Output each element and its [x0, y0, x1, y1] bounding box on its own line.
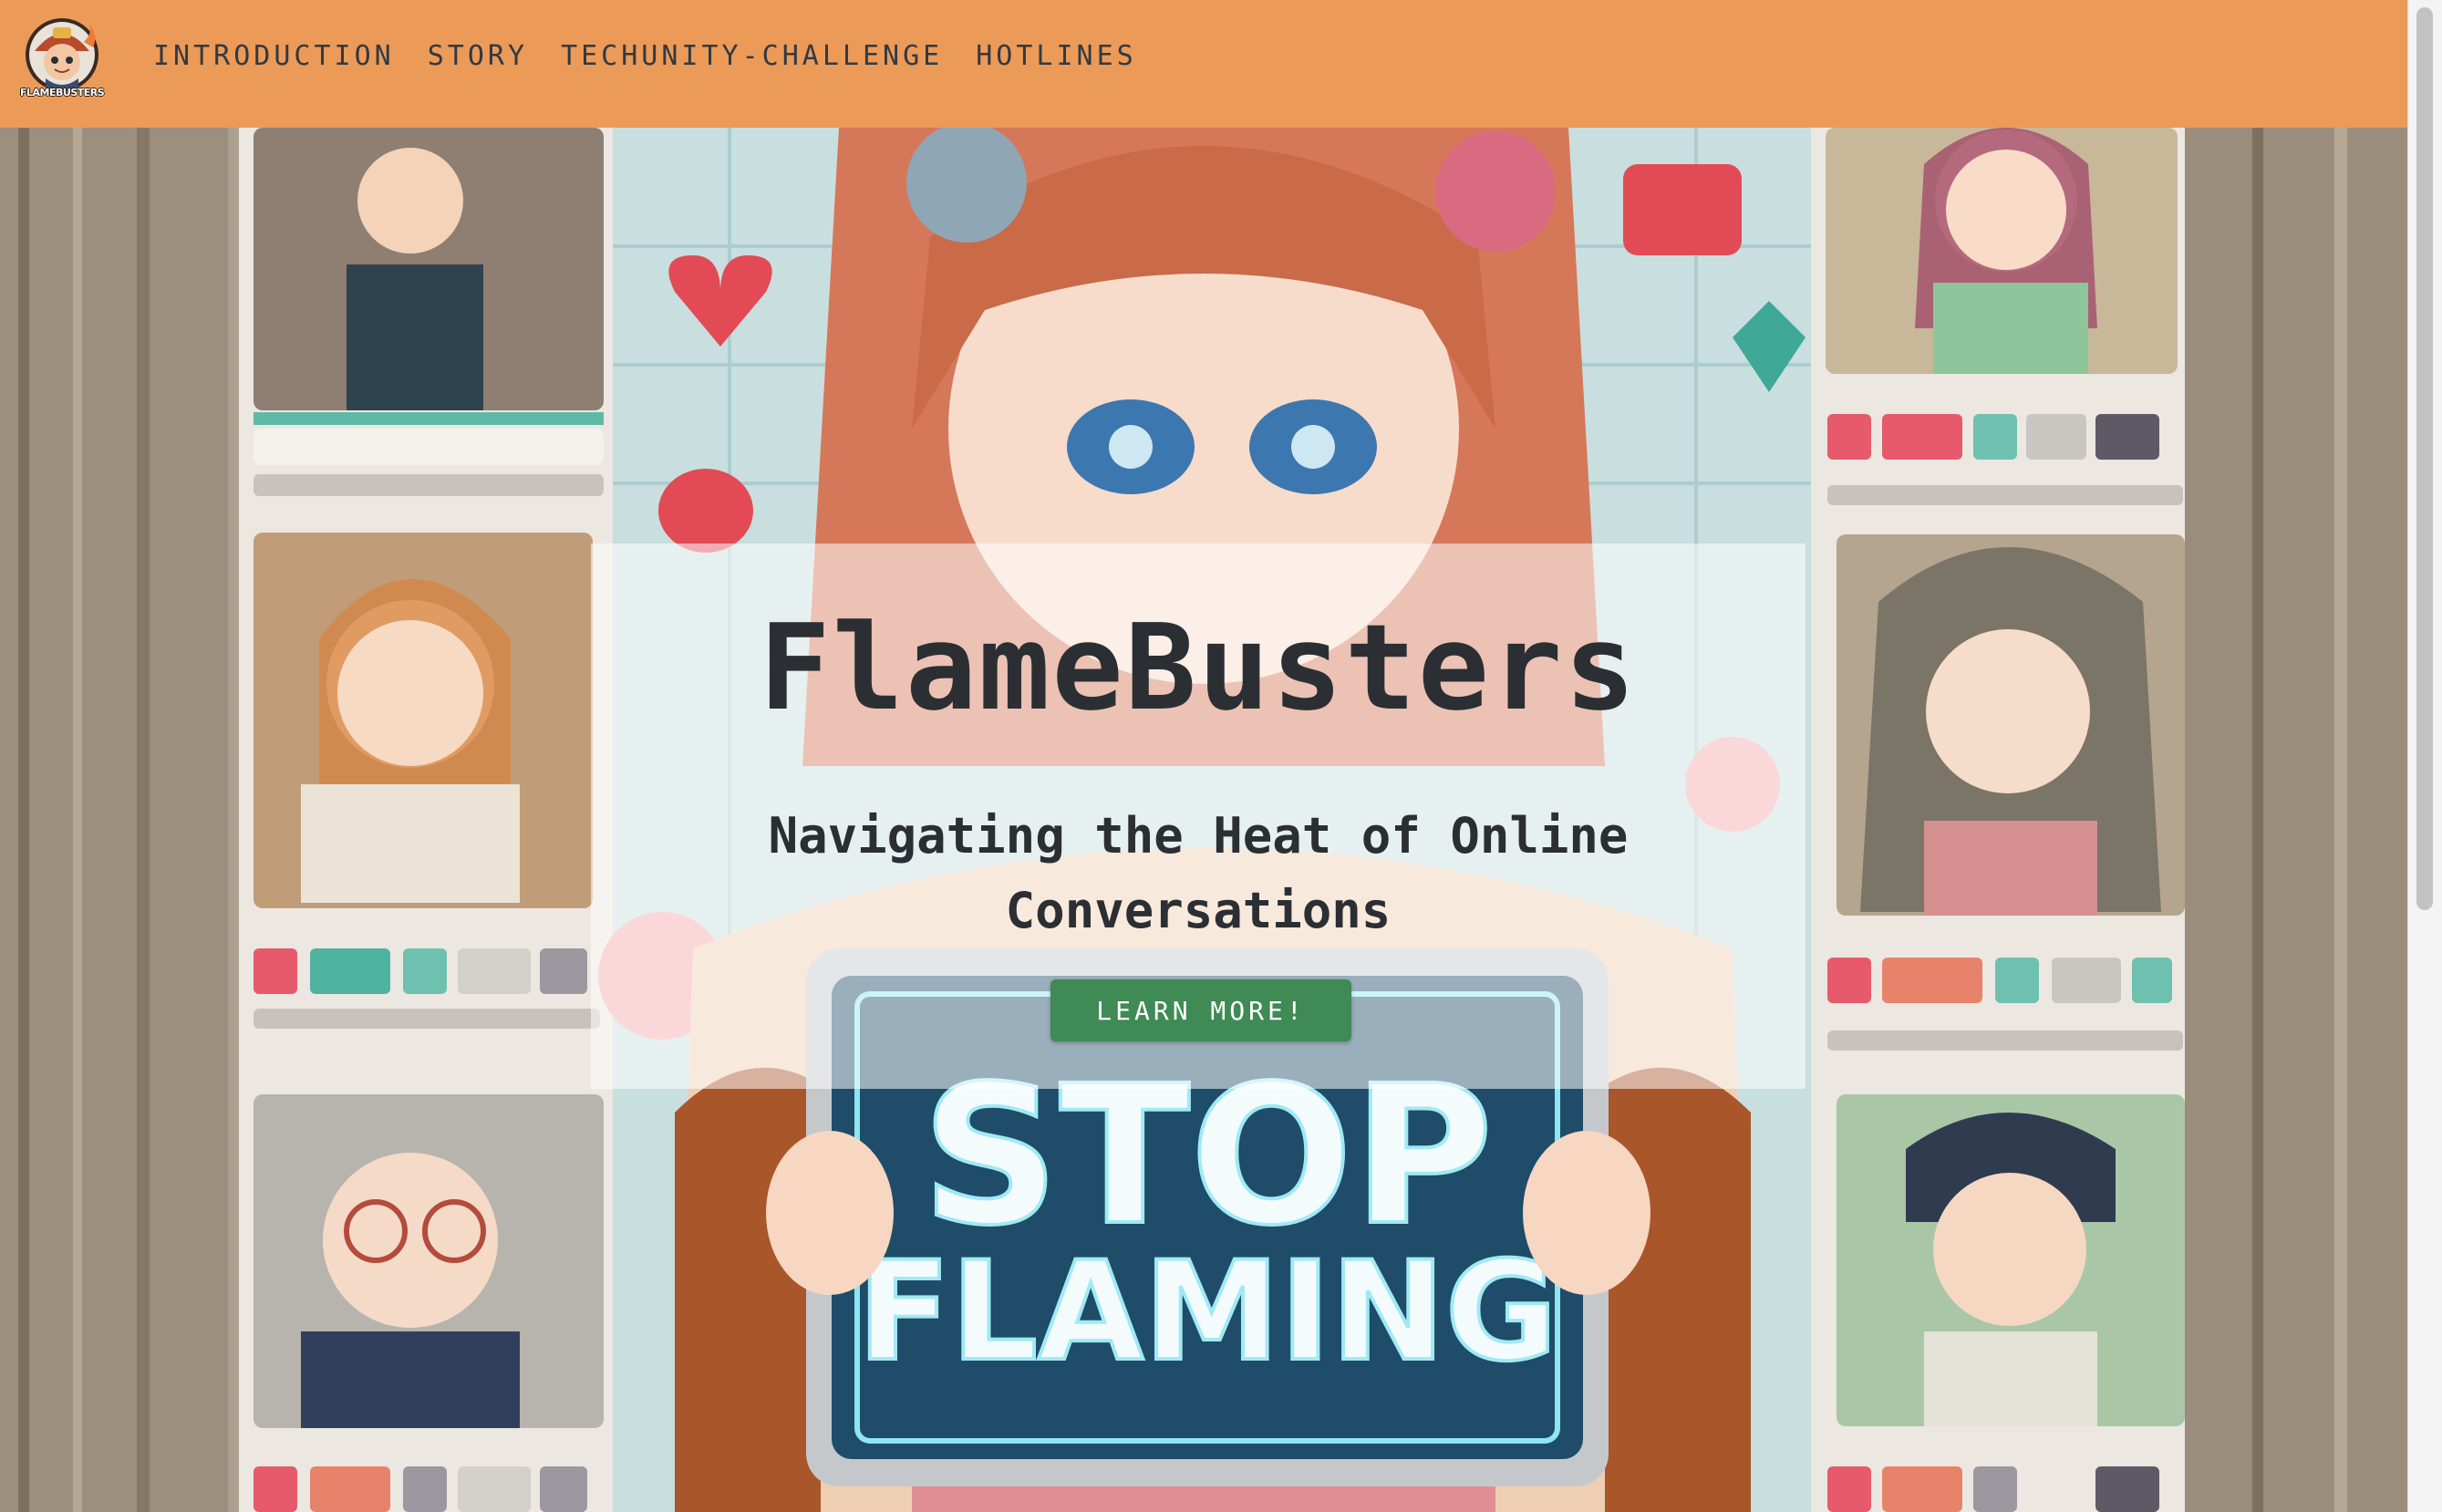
- nav-link-hotlines[interactable]: HOTLINES: [976, 40, 1137, 72]
- hero-text-overlay: FlameBusters Navigating the Heat of Onli…: [591, 544, 1806, 1089]
- nav-links: INTRODUCTION STORY TECHUNITY-CHALLENGE H…: [153, 40, 1137, 72]
- hero-section: STOP FLAMING FlameBusters Navigating the…: [0, 128, 2407, 1512]
- sign-text-flaming: FLAMING: [857, 1233, 1557, 1392]
- flamebusters-logo[interactable]: FLAMEBUSTERS: [20, 15, 105, 100]
- scrollbar-thumb[interactable]: [2416, 7, 2433, 910]
- top-navbar: FLAMEBUSTERS INTRODUCTION STORY TECHUNIT…: [0, 0, 2407, 128]
- nav-link-introduction[interactable]: INTRODUCTION: [153, 40, 395, 72]
- right-chat-cards: [1811, 128, 2185, 1512]
- hero-title: FlameBusters: [759, 598, 1638, 737]
- learn-more-button[interactable]: LEARN MORE!: [1050, 979, 1351, 1041]
- hero-subtitle: Navigating the Heat of Online Conversati…: [768, 807, 1629, 939]
- page-scrollbar[interactable]: [2407, 0, 2442, 1512]
- left-chat-cards: [239, 128, 613, 1512]
- logo-text: FLAMEBUSTERS: [20, 87, 105, 98]
- nav-link-story[interactable]: STORY: [428, 40, 528, 72]
- nav-link-techunity-challenge[interactable]: TECHUNITY-CHALLENGE: [561, 40, 943, 72]
